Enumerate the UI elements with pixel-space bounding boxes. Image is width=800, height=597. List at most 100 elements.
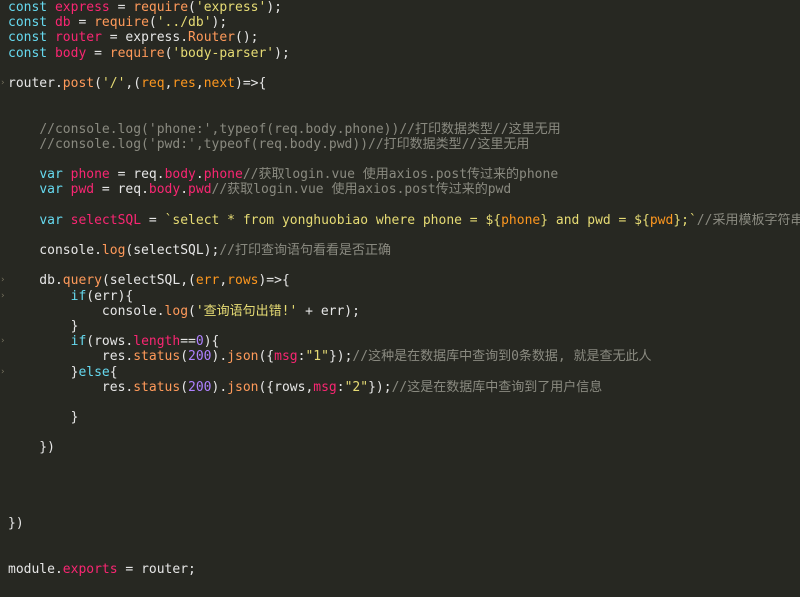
code-token: )=>{ (235, 75, 267, 91)
code-token: //这种是在数据库中查询到0条数据, 就是查无此人 (352, 349, 652, 365)
code-token: = router; (117, 561, 196, 577)
code-line[interactable]: }) (0, 440, 800, 455)
code-line[interactable]: //console.log('phone:',typeof(req.body.p… (0, 122, 800, 137)
code-token: pwd (70, 182, 95, 198)
code-line[interactable] (0, 258, 800, 273)
code-token: ( (180, 349, 189, 365)
code-token: router. (8, 75, 63, 91)
code-token: (err){ (86, 288, 134, 304)
code-line[interactable]: › if(rows.length==0){ (0, 334, 800, 349)
code-token: = req. (109, 167, 165, 183)
code-token: var (39, 212, 63, 228)
code-token: ); (274, 45, 290, 61)
code-token: const (8, 0, 48, 15)
code-token: //console.log('phone:',typeof(req.body.p… (39, 121, 561, 137)
code-token: msg (274, 349, 298, 365)
code-token: '查询语句出错!' (195, 303, 298, 319)
code-line[interactable]: const express = require('express'); (0, 0, 800, 15)
code-token: , (219, 273, 228, 289)
code-line[interactable]: console.log(selectSQL);//打印查询语句看看是否正确 (0, 243, 800, 258)
code-token: "2" (344, 379, 369, 395)
code-line[interactable]: console.log('查询语句出错!' + err); (0, 304, 800, 319)
code-line[interactable]: › db.query(selectSQL,(err,rows)=>{ (0, 273, 800, 288)
code-line[interactable]: const db = require('../db'); (0, 15, 800, 30)
code-line[interactable]: var selectSQL = `select * from yonghuobi… (0, 213, 800, 228)
code-line[interactable]: module.exports = router; (0, 562, 800, 577)
code-token: 200 (188, 379, 212, 395)
code-line[interactable] (0, 228, 800, 243)
code-line[interactable] (0, 425, 800, 440)
code-token: pwd (649, 212, 674, 228)
code-token: ,( (125, 75, 142, 91)
code-line[interactable] (0, 152, 800, 167)
code-line[interactable]: } (0, 319, 800, 334)
code-token: ( (180, 379, 189, 395)
fold-marker-icon[interactable]: › (0, 76, 5, 91)
code-line[interactable]: //console.log('pwd:',typeof(req.body.pwd… (0, 137, 800, 152)
code-line[interactable]: } (0, 410, 800, 425)
code-token: phone (203, 167, 243, 183)
code-line[interactable]: › router.post('/',(req,res,next)=>{ (0, 76, 800, 91)
fold-marker-icon[interactable]: › (0, 273, 5, 288)
code-line[interactable] (0, 577, 800, 592)
code-line[interactable] (0, 471, 800, 486)
code-line[interactable] (0, 106, 800, 121)
code-token: = (101, 30, 126, 46)
code-token: (selectSQL,( (101, 273, 196, 289)
code-token: length (133, 334, 181, 350)
code-token: = (70, 15, 95, 31)
code-token: { (109, 364, 118, 380)
code-token: module. (8, 561, 63, 577)
code-line[interactable] (0, 61, 800, 76)
code-line[interactable]: res.status(200).json({rows,msg:"2"});//这… (0, 380, 800, 395)
code-token: err (195, 273, 220, 289)
code-line[interactable] (0, 547, 800, 562)
code-token: phone (501, 212, 541, 228)
code-token: const (8, 45, 48, 61)
code-line[interactable]: res.status(200).json({msg:"1"});//这种是在数据… (0, 349, 800, 364)
code-token: ); (266, 0, 282, 15)
code-line[interactable]: }) (0, 516, 800, 531)
code-line[interactable] (0, 395, 800, 410)
code-token: = req. (94, 182, 149, 198)
fold-marker-icon[interactable]: › (0, 365, 5, 380)
code-token: ). (211, 349, 228, 365)
fold-marker-icon[interactable]: › (0, 289, 5, 304)
code-line[interactable]: var phone = req.body.phone//获取login.vue … (0, 167, 800, 182)
code-line[interactable] (0, 532, 800, 547)
code-line[interactable] (0, 91, 800, 106)
code-line[interactable]: const router = express.Router(); (0, 30, 800, 45)
code-token: } and pwd = ${ (540, 212, 650, 228)
code-token: express. (125, 30, 189, 46)
code-token: console. (8, 303, 165, 319)
code-token: '../db' (156, 15, 212, 31)
code-token: = (141, 212, 165, 228)
code-token: post (62, 75, 95, 91)
code-token: )=>{ (258, 273, 290, 289)
code-token: = (86, 45, 110, 61)
code-line[interactable] (0, 456, 800, 471)
code-line[interactable]: var pwd = req.body.pwd//获取login.vue 使用ax… (0, 182, 800, 197)
code-token: else (78, 364, 110, 380)
code-token: == (180, 334, 196, 350)
code-token: express (54, 0, 110, 15)
code-token: pwd (188, 182, 212, 198)
code-line[interactable] (0, 501, 800, 516)
code-token: }); (328, 349, 353, 365)
code-line[interactable]: › }else{ (0, 365, 800, 380)
code-token: const (8, 30, 48, 46)
code-line[interactable] (0, 486, 800, 501)
code-line[interactable] (0, 197, 800, 212)
code-token: }); (368, 379, 392, 395)
code-token: ({rows, (258, 379, 314, 395)
code-line[interactable]: const body = require('body-parser'); (0, 46, 800, 61)
fold-marker-icon[interactable]: › (0, 334, 5, 349)
code-editor[interactable]: const express = require('express'); const… (0, 0, 800, 597)
code-line[interactable]: › if(err){ (0, 289, 800, 304)
